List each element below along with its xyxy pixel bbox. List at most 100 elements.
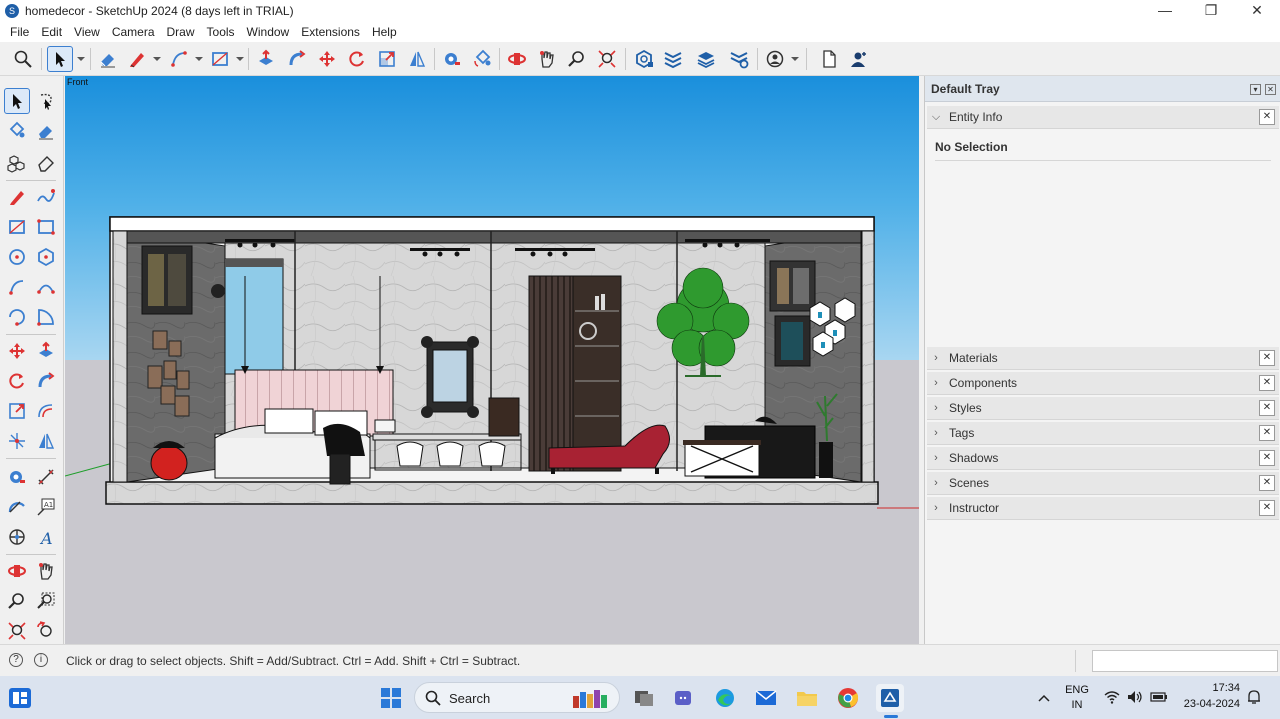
offset-icon[interactable] — [33, 398, 59, 424]
select-arrow-icon[interactable] — [4, 88, 30, 114]
volume-icon[interactable] — [1127, 690, 1143, 704]
zoom-window-icon[interactable] — [33, 588, 59, 614]
orbit-icon[interactable] — [504, 46, 530, 72]
maximize-button[interactable]: ❐ — [1188, 0, 1234, 22]
eraser-icon[interactable] — [33, 118, 59, 144]
lasso-select-icon[interactable] — [33, 88, 59, 114]
close-icon[interactable]: ✕ — [1259, 475, 1275, 491]
task-view-icon[interactable] — [630, 684, 658, 712]
move-icon[interactable] — [4, 338, 30, 364]
edge-icon[interactable] — [711, 684, 739, 712]
circle-icon[interactable] — [4, 244, 30, 270]
rectangle-icon[interactable] — [4, 214, 30, 240]
panel-styles[interactable]: › Styles ✕ — [927, 397, 1279, 420]
position-camera-icon[interactable] — [4, 428, 30, 454]
extension-warehouse-icon[interactable] — [660, 46, 686, 72]
clock-time[interactable]: 17:34 — [1176, 682, 1240, 694]
flip-icon[interactable] — [404, 46, 430, 72]
menu-edit[interactable]: Edit — [35, 25, 68, 39]
wifi-icon[interactable] — [1104, 690, 1120, 704]
scale-icon[interactable] — [374, 46, 400, 72]
three-point-arc-icon[interactable] — [4, 304, 30, 330]
tray-close-icon[interactable]: ✕ — [1265, 84, 1276, 95]
extension-manager-icon[interactable] — [726, 46, 752, 72]
select-tool-icon[interactable] — [47, 46, 73, 72]
freehand-icon[interactable] — [33, 184, 59, 210]
move-icon[interactable] — [314, 46, 340, 72]
notification-bell-icon[interactable] — [1247, 689, 1261, 705]
pan-hand-icon[interactable] — [534, 46, 560, 72]
close-icon[interactable]: ✕ — [1259, 500, 1275, 516]
panel-shadows[interactable]: › Shadows ✕ — [927, 447, 1279, 470]
close-icon[interactable]: ✕ — [1259, 375, 1275, 391]
tape-measure-icon[interactable] — [439, 46, 465, 72]
zoom-icon[interactable] — [4, 588, 30, 614]
pan-hand-icon[interactable] — [33, 558, 59, 584]
panel-tags[interactable]: › Tags ✕ — [927, 422, 1279, 445]
two-point-arc-icon[interactable] — [33, 274, 59, 300]
language-top[interactable]: ENG — [1062, 684, 1092, 696]
widgets-icon[interactable] — [6, 684, 34, 712]
chevron-up-icon[interactable] — [1030, 684, 1058, 712]
model-viewport[interactable]: Front — [65, 76, 919, 644]
room-model[interactable] — [65, 76, 919, 644]
orbit-icon[interactable] — [4, 558, 30, 584]
file-explorer-icon[interactable] — [793, 684, 821, 712]
rotated-rectangle-icon[interactable] — [33, 214, 59, 240]
close-icon[interactable]: ✕ — [1259, 425, 1275, 441]
panel-materials[interactable]: › Materials ✕ — [927, 347, 1279, 370]
sketchup-taskbar-icon[interactable] — [876, 684, 904, 712]
panel-components[interactable]: › Components ✕ — [927, 372, 1279, 395]
eraser-icon[interactable] — [95, 46, 121, 72]
pencil-icon[interactable] — [124, 46, 150, 72]
panel-instructor[interactable]: › Instructor ✕ — [927, 497, 1279, 520]
minimize-button[interactable]: — — [1142, 0, 1188, 22]
tape-measure-icon[interactable] — [4, 464, 30, 490]
search-icon[interactable] — [10, 46, 36, 72]
close-button[interactable]: ✕ — [1234, 0, 1280, 22]
battery-icon[interactable] — [1150, 690, 1168, 704]
account-icon[interactable] — [762, 46, 788, 72]
rotate-icon[interactable] — [344, 46, 370, 72]
chrome-icon[interactable] — [834, 684, 862, 712]
menu-draw[interactable]: Draw — [161, 25, 201, 39]
menu-window[interactable]: Window — [241, 25, 296, 39]
close-icon[interactable]: ✕ — [1259, 350, 1275, 366]
layers-stack-icon[interactable] — [693, 46, 719, 72]
protractor-icon[interactable] — [4, 494, 30, 520]
close-icon[interactable]: ✕ — [1259, 109, 1275, 125]
taskbar-search[interactable]: Search — [414, 682, 620, 713]
new-file-icon[interactable] — [816, 46, 842, 72]
text-tool-icon[interactable]: A1 — [33, 494, 59, 520]
axes-icon[interactable] — [4, 524, 30, 550]
flip-icon[interactable] — [33, 428, 59, 454]
panel-scenes[interactable]: › Scenes ✕ — [927, 472, 1279, 495]
menu-camera[interactable]: Camera — [106, 25, 161, 39]
component-icon[interactable] — [4, 150, 30, 176]
paint-bucket-icon[interactable] — [4, 118, 30, 144]
zoom-icon[interactable] — [564, 46, 590, 72]
info-icon[interactable]: i — [34, 653, 48, 667]
close-icon[interactable]: ✕ — [1259, 400, 1275, 416]
previous-view-icon[interactable] — [33, 618, 59, 644]
rectangle-tool-icon[interactable] — [207, 46, 233, 72]
tag-eraser-icon[interactable] — [33, 150, 59, 176]
measurements-box[interactable] — [1092, 650, 1278, 672]
pencil-icon[interactable] — [4, 184, 30, 210]
mail-icon[interactable] — [752, 684, 780, 712]
paint-bucket-icon[interactable] — [469, 46, 495, 72]
teams-icon[interactable] — [670, 684, 698, 712]
geolocation-icon[interactable]: ? — [9, 653, 23, 667]
panel-entity-info[interactable]: ⌵ Entity Info ✕ — [927, 106, 1279, 129]
arc-tool-icon[interactable] — [166, 46, 192, 72]
rotate-icon[interactable] — [4, 368, 30, 394]
close-icon[interactable]: ✕ — [1259, 450, 1275, 466]
scale-icon[interactable] — [4, 398, 30, 424]
dimension-icon[interactable] — [33, 464, 59, 490]
3d-text-icon[interactable]: A — [33, 524, 59, 550]
arc-icon[interactable] — [4, 274, 30, 300]
follow-me-icon[interactable] — [284, 46, 310, 72]
add-user-icon[interactable] — [846, 46, 872, 72]
zoom-extents-icon[interactable] — [4, 618, 30, 644]
push-pull-icon[interactable] — [253, 46, 279, 72]
